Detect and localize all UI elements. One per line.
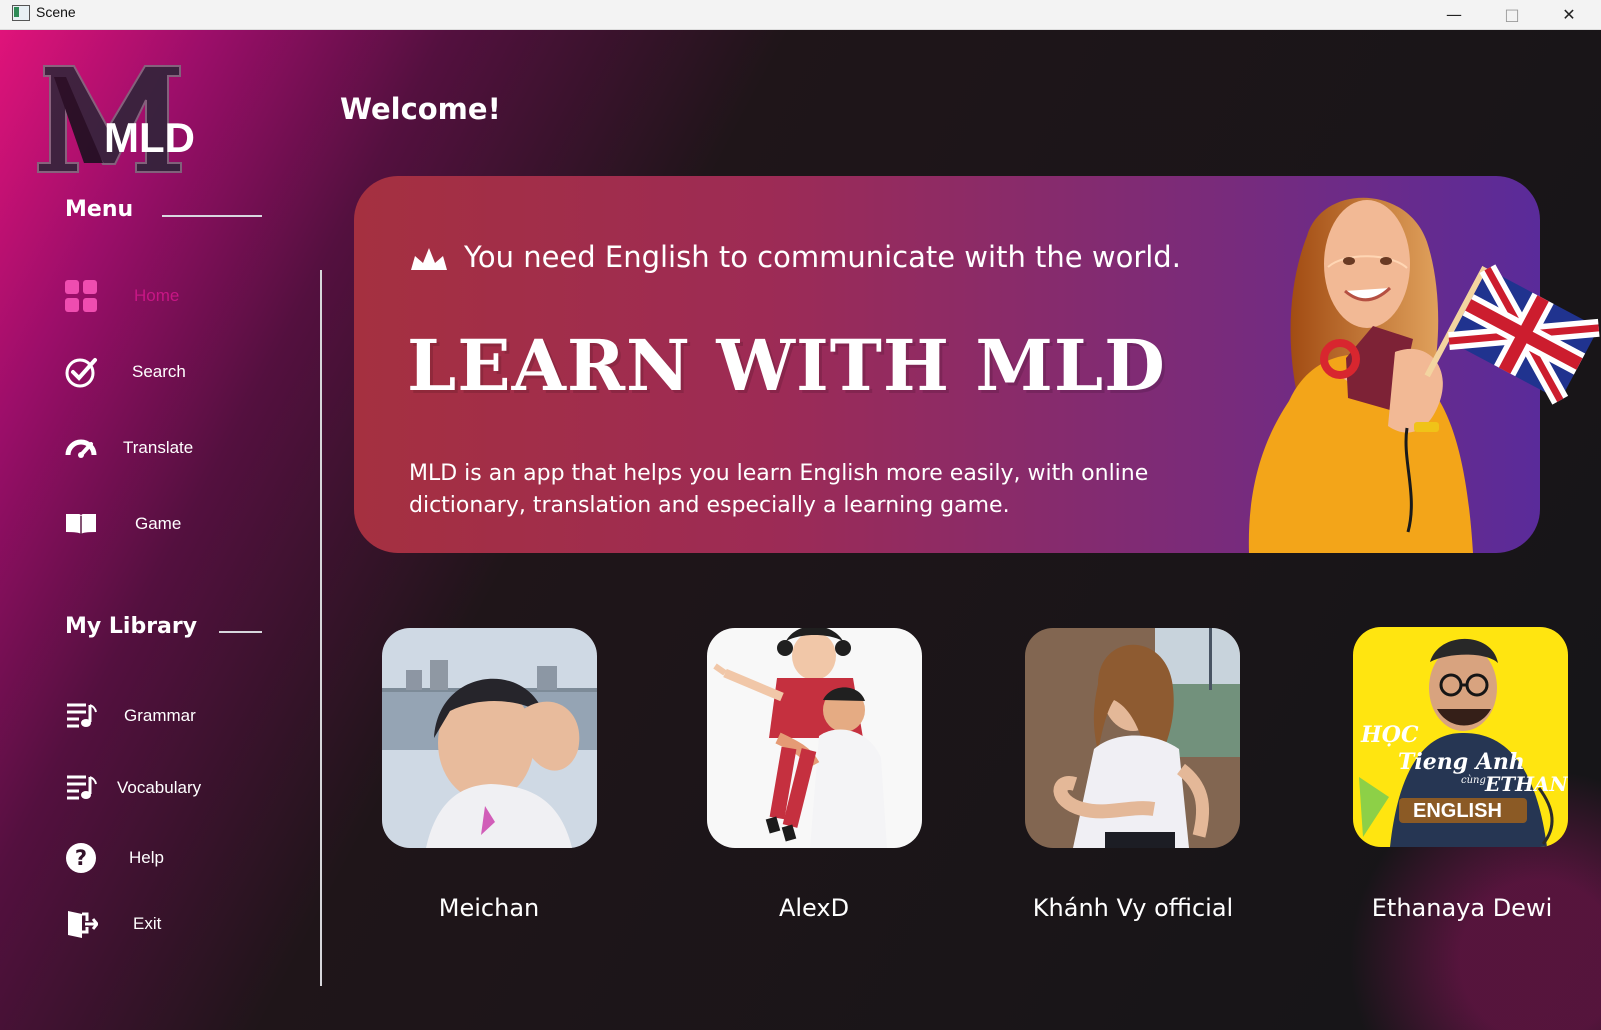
creator-card-alexd[interactable] bbox=[707, 628, 922, 848]
nav-search-label: Search bbox=[132, 362, 186, 381]
nav-vocabulary-label: Vocabulary bbox=[117, 778, 202, 797]
nav-item-home[interactable]: Home bbox=[58, 270, 238, 320]
svg-text:ETHAN: ETHAN bbox=[1484, 772, 1568, 796]
creator-card-khanh-vy-official[interactable] bbox=[1025, 628, 1240, 848]
hero-banner: You need English to communicate with the… bbox=[354, 176, 1540, 553]
hero-tagline: You need English to communicate with the… bbox=[464, 240, 1181, 274]
minimize-button[interactable]: — bbox=[1426, 0, 1482, 29]
dashboard-grid-icon bbox=[65, 280, 97, 312]
speedometer-icon bbox=[65, 439, 97, 458]
menu-divider-line bbox=[162, 215, 262, 217]
maximize-button[interactable]: □ bbox=[1484, 0, 1540, 29]
nav-item-vocabulary[interactable]: Vocabulary bbox=[58, 762, 238, 812]
music-list-icon bbox=[67, 703, 97, 728]
creator-photo bbox=[1025, 628, 1240, 848]
nav-item-search[interactable]: Search bbox=[58, 346, 238, 396]
library-divider-line bbox=[219, 631, 262, 633]
exit-door-icon bbox=[68, 911, 98, 938]
creator-name-ethanaya-dewi[interactable]: Ethanaya Dewi bbox=[1327, 894, 1597, 922]
nav-item-translate[interactable]: Translate bbox=[58, 422, 238, 472]
nav-item-help[interactable]: ? Help bbox=[58, 832, 238, 882]
nav-item-exit[interactable]: Exit bbox=[58, 898, 238, 948]
creator-photo bbox=[382, 628, 597, 848]
logo-text: MLD bbox=[104, 114, 195, 161]
svg-text:cùng: cùng bbox=[1461, 775, 1486, 786]
creator-name-khanh-vy-official[interactable]: Khánh Vy official bbox=[998, 894, 1268, 922]
close-button[interactable]: ✕ bbox=[1541, 0, 1597, 29]
window-titlebar: Scene — □ ✕ bbox=[0, 0, 1601, 30]
app-window-icon bbox=[12, 5, 30, 21]
nav-home-label: Home bbox=[134, 286, 180, 305]
sidebar-divider bbox=[320, 270, 322, 986]
crown-icon bbox=[411, 248, 447, 270]
library-heading: My Library bbox=[65, 614, 198, 639]
creator-card-ethanaya-dewi[interactable]: HỌC Tieng Anh cùng ETHAN ENGLISH bbox=[1353, 627, 1568, 847]
nav-translate-label: Translate bbox=[123, 438, 194, 457]
creator-photo: HỌC Tieng Anh cùng ETHAN ENGLISH bbox=[1353, 627, 1568, 847]
music-list-icon bbox=[67, 775, 97, 800]
svg-text:ENGLISH: ENGLISH bbox=[1413, 800, 1502, 822]
svg-text:HỌC: HỌC bbox=[1360, 722, 1419, 748]
window-title: Scene bbox=[36, 4, 76, 20]
creator-name-alexd[interactable]: AlexD bbox=[679, 894, 949, 922]
mld-logo: MLD bbox=[37, 65, 195, 173]
nav-help-label: Help bbox=[129, 848, 164, 867]
home-screen: MLD Menu Home Search Translate Game My L… bbox=[0, 30, 1601, 1030]
hero-description: MLD is an app that helps you learn Engli… bbox=[409, 461, 1149, 518]
page-title: Welcome! bbox=[340, 92, 501, 126]
book-icon bbox=[66, 514, 96, 535]
nav-item-grammar[interactable]: Grammar bbox=[58, 690, 238, 740]
nav-item-game[interactable]: Game bbox=[58, 498, 238, 548]
nav-game-label: Game bbox=[135, 514, 182, 533]
hero-headline: LEARN WITH MLD bbox=[407, 324, 1166, 407]
nav-exit-label: Exit bbox=[133, 914, 162, 933]
svg-text:?: ? bbox=[75, 846, 87, 870]
creator-name-meichan[interactable]: Meichan bbox=[354, 894, 624, 922]
nav-grammar-label: Grammar bbox=[124, 706, 196, 725]
creator-card-meichan[interactable] bbox=[382, 628, 597, 848]
check-circle-icon bbox=[65, 358, 97, 388]
menu-heading: Menu bbox=[65, 197, 134, 222]
question-circle-icon: ? bbox=[66, 843, 96, 873]
creator-photo bbox=[707, 628, 922, 848]
